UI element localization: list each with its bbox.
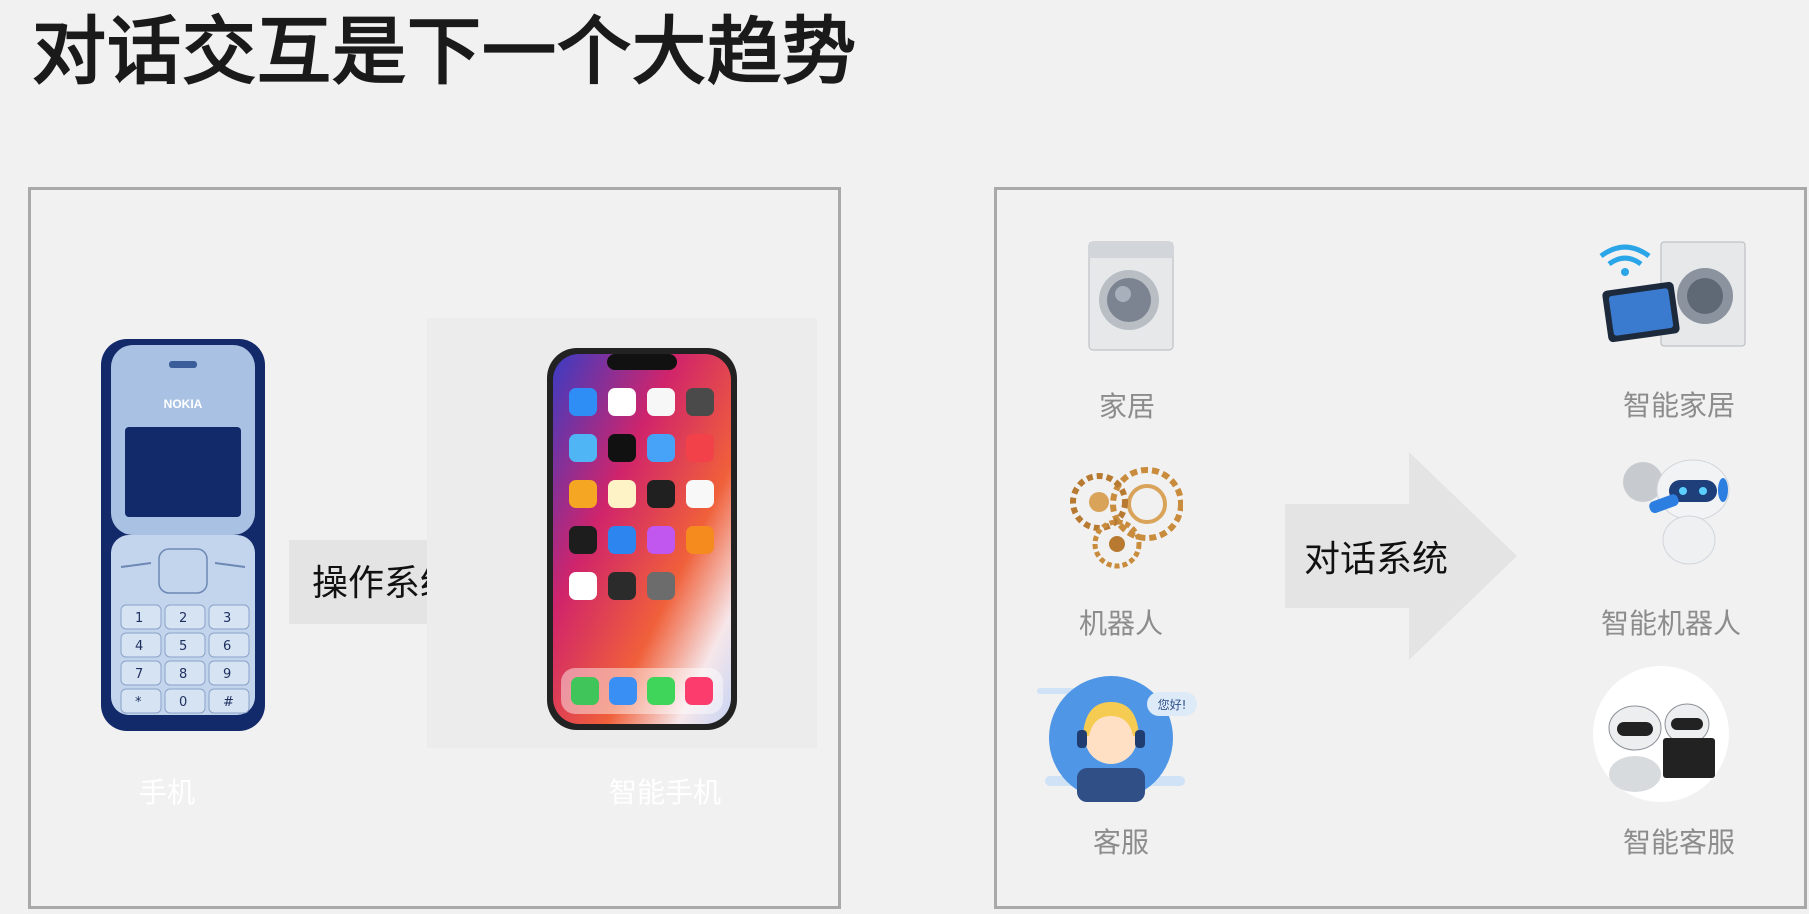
app-icon (686, 480, 714, 508)
feature-phone-icon: NOKIA 1 2 3 4 5 6 7 8 9 * 0 # (101, 339, 265, 731)
app-icon (569, 434, 597, 462)
robot-agents-icon (1593, 666, 1729, 802)
keypad-key-label: 7 (135, 667, 143, 682)
keypad-key-label: 9 (223, 667, 231, 682)
keypad-key-label: 4 (135, 639, 143, 654)
gears-icon (1070, 467, 1183, 569)
washing-machine-icon (1088, 241, 1174, 351)
app-icon (608, 526, 636, 554)
app-icon (569, 572, 597, 600)
keypad-key-label: # (223, 695, 234, 710)
nokia-brand: NOKIA (164, 397, 203, 411)
left-panel: NOKIA 1 2 3 4 5 6 7 8 9 * 0 # 操作系统 手机 智能… (28, 187, 841, 909)
app-icon (569, 526, 597, 554)
smartphone-caption: 智能手机 (609, 776, 722, 809)
app-icon (647, 480, 675, 508)
keypad-key-label: 0 (179, 695, 187, 710)
app-icon (569, 480, 597, 508)
keypad-key-label: 6 (223, 639, 231, 654)
app-icon (608, 480, 636, 508)
dialogue-arrow-label: 对话系统 (1304, 539, 1449, 580)
smartphone-icon (547, 348, 737, 730)
app-icon (686, 388, 714, 416)
app-icon (608, 388, 636, 416)
smart-robot-icon (1623, 459, 1730, 565)
agent-bubble-text: 您好! (1158, 697, 1187, 712)
smart-customer-service-caption: 智能客服 (1623, 826, 1736, 859)
keypad-key-label: 1 (135, 611, 143, 626)
app-icon (608, 572, 636, 600)
smart-home-caption: 智能家居 (1623, 389, 1736, 422)
customer-service-caption: 客服 (1093, 826, 1150, 859)
smart-robot-caption: 智能机器人 (1601, 607, 1742, 640)
robot-caption: 机器人 (1079, 607, 1164, 640)
app-icon (647, 434, 675, 462)
slide-title: 对话交互是下一个大趋势 (32, 9, 857, 95)
app-icon (647, 572, 675, 600)
customer-service-agent-icon: 您好! (1037, 676, 1197, 802)
app-icon (608, 434, 636, 462)
feature-phone-caption: 手机 (139, 776, 196, 809)
app-icon (686, 526, 714, 554)
keypad-key-label: 3 (223, 611, 231, 626)
keypad-key-label: * (135, 695, 142, 710)
app-icon (647, 526, 675, 554)
keypad-key-label: 2 (179, 611, 187, 626)
keypad-key-label: 8 (179, 667, 187, 682)
smart-washer-tablet-icon (1599, 241, 1746, 347)
home-caption: 家居 (1099, 390, 1156, 423)
app-icon (569, 388, 597, 416)
keypad-key-label: 5 (179, 639, 187, 654)
app-icon (647, 388, 675, 416)
right-panel: 家居 机器人 您好! 客服 对话系统 智能家居 智能机器人 智能客服 (994, 187, 1807, 909)
app-icon (686, 434, 714, 462)
